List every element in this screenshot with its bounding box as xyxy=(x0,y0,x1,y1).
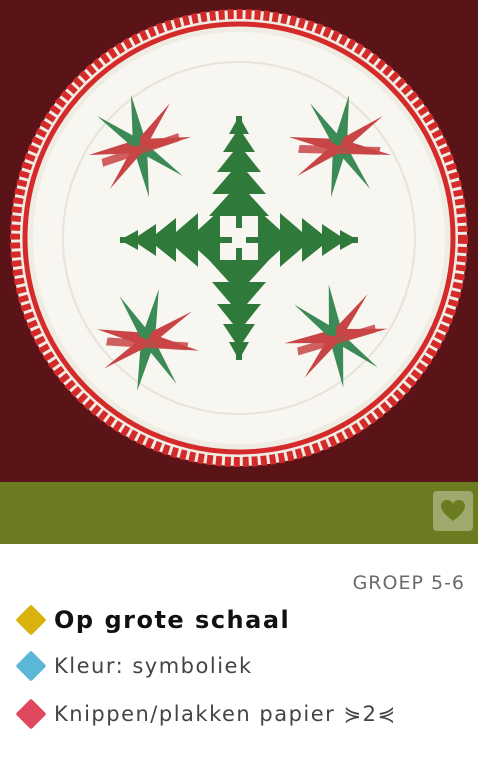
card-band xyxy=(0,482,478,544)
detail-scale: Op grote schaal xyxy=(15,604,291,636)
detail-color-text: Kleur: symboliek xyxy=(54,654,253,678)
heart-icon xyxy=(441,500,465,521)
activity-title: Op grote schaal xyxy=(54,606,291,634)
red-diamond-icon xyxy=(15,698,47,730)
activity-photo xyxy=(0,0,478,482)
detail-technique-text: Knippen/plakken papier ⋟2⋞ xyxy=(54,702,397,726)
favorite-button[interactable] xyxy=(433,491,473,531)
yellow-diamond-icon xyxy=(15,604,47,636)
activity-card[interactable]: GROEP 5-6 Op grote schaal Kleur: symboli… xyxy=(0,0,478,768)
group-label: GROEP 5-6 xyxy=(352,572,465,594)
blue-diamond-icon xyxy=(15,650,47,682)
detail-color: Kleur: symboliek xyxy=(15,650,253,682)
detail-technique: Knippen/plakken papier ⋟2⋞ xyxy=(15,698,397,730)
plate-image xyxy=(0,0,478,482)
